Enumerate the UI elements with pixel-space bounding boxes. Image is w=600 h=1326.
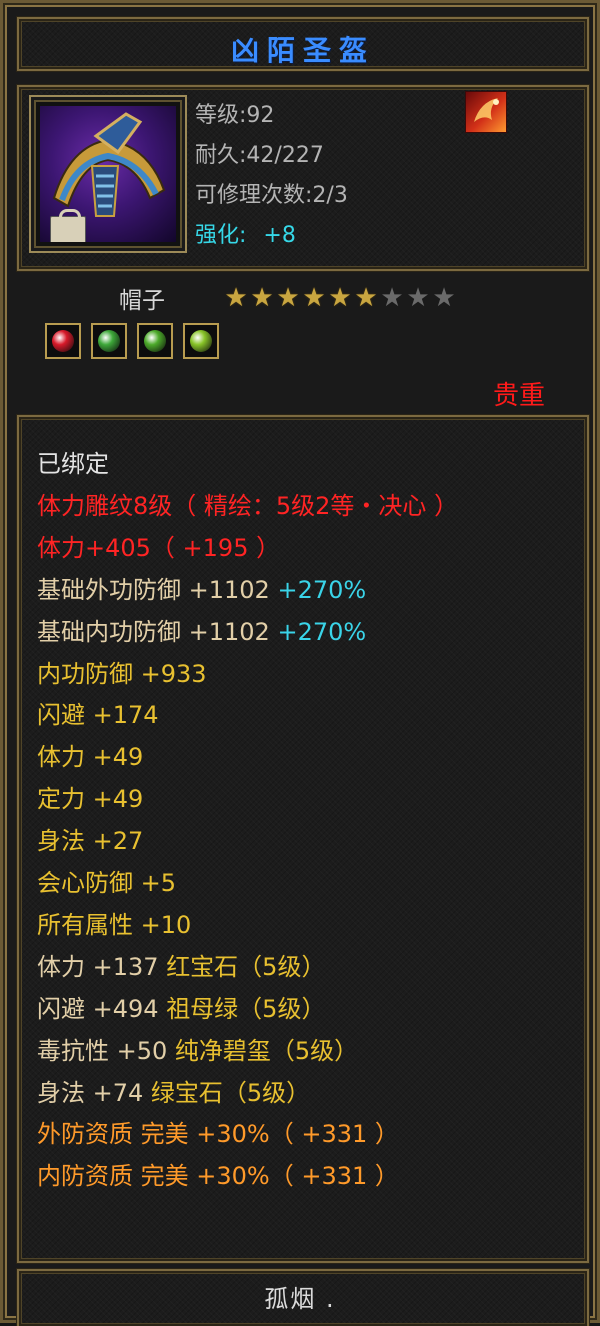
attribute-line: 闪避 +494 祖母绿（5级） <box>37 994 325 1024</box>
item-repair-count: 可修理次数:2/3 <box>195 183 348 208</box>
attribute-text: 定力 +49 <box>37 785 144 813</box>
star-filled-icon: ★ <box>224 283 248 313</box>
attribute-text: 会心防御 +5 <box>37 869 177 897</box>
item-tooltip: 凶陌圣盔 等级:92 耐久:42/227 可修理次数:2/3 强化: +8 帽子… <box>0 0 600 1326</box>
attribute-text: +270% <box>277 618 367 646</box>
attribute-line: 闪避 +174 <box>37 700 159 730</box>
attribute-text: 所有属性 +10 <box>37 911 192 939</box>
attribute-text: 基础内功防御 +1102 <box>37 618 278 646</box>
attribute-line: 体力 +49 <box>37 742 143 772</box>
attribute-line: 内防资质 完美 +30%（ +331 ） <box>37 1161 399 1191</box>
enhance-label: 强化: <box>195 223 247 248</box>
green-jade-gem-icon <box>190 330 212 352</box>
item-name: 凶陌圣盔 <box>230 34 375 67</box>
attribute-text: 基础外功防御 +1102 <box>37 576 278 604</box>
item-durability: 耐久:42/227 <box>195 143 324 168</box>
attribute-text: 体力雕纹8级（ 精绘：5级2等・决心 ） <box>37 492 459 520</box>
star-filled-icon: ★ <box>250 283 274 313</box>
attribute-line: 体力+405（ +195 ） <box>37 533 280 563</box>
attribute-line: 会心防御 +5 <box>37 868 176 898</box>
attribute-line: 所有属性 +10 <box>37 910 191 940</box>
ruby-gem-icon <box>52 330 74 352</box>
helmet-icon <box>40 106 176 242</box>
bound-lock-icon <box>50 209 86 242</box>
item-level: 等级:92 <box>195 103 275 128</box>
attribute-line: 已绑定 <box>37 449 109 479</box>
attribute-text: 已绑定 <box>37 450 109 478</box>
gem-slot-2 <box>91 323 127 359</box>
attribute-text: 体力+405（ +195 ） <box>37 534 281 562</box>
attribute-text: 闪避 +174 <box>37 701 159 729</box>
star-empty-icon: ★ <box>406 283 430 313</box>
title-panel: 凶陌圣盔 <box>17 17 589 71</box>
attribute-text: 身法 +74 <box>37 1079 151 1107</box>
attribute-line: 定力 +49 <box>37 784 143 814</box>
attribute-text: +270% <box>277 576 367 604</box>
attribute-line: 基础内功防御 +1102 +270% <box>37 617 366 647</box>
attribute-text: 内防资质 完美 +30%（ +331 ） <box>37 1162 399 1190</box>
attribute-text: 祖母绿（5级） <box>166 995 326 1023</box>
enhance-value: +8 <box>263 223 296 248</box>
owner-name: 孤烟 . <box>264 1285 336 1313</box>
attribute-text: 体力 +137 <box>37 953 167 981</box>
attribute-line: 体力雕纹8级（ 精绘：5级2等・决心 ） <box>37 491 458 521</box>
emerald-gem-icon <box>98 330 120 352</box>
attribute-line: 毒抗性 +50 纯净碧玺（5级） <box>37 1036 358 1066</box>
item-enhance: 强化: +8 <box>195 217 296 249</box>
attribute-text: 体力 +49 <box>37 743 144 771</box>
item-rarity: 贵重 <box>493 381 546 411</box>
gem-slot-1 <box>45 323 81 359</box>
attribute-text: 内功防御 +933 <box>37 660 207 688</box>
attribute-text: 红宝石（5级） <box>166 953 326 981</box>
jade-gem-icon <box>144 330 166 352</box>
attribute-text: 外防资质 完美 +30%（ +331 ） <box>37 1120 399 1148</box>
attribute-text: 闪避 +494 <box>37 995 167 1023</box>
star-rating: ★ ★ ★ ★ ★ ★ ★ ★ ★ <box>223 285 457 311</box>
item-type: 帽子 <box>119 288 165 314</box>
gem-slot-4 <box>183 323 219 359</box>
attribute-line: 体力 +137 红宝石（5级） <box>37 952 325 982</box>
gem-slot-3 <box>137 323 173 359</box>
star-filled-icon: ★ <box>276 283 300 313</box>
attribute-text: 纯净碧玺（5级） <box>174 1037 359 1065</box>
star-empty-icon: ★ <box>380 283 404 313</box>
item-icon-frame <box>29 95 187 253</box>
attribute-line: 身法 +74 绿宝石（5级） <box>37 1078 310 1108</box>
attribute-line: 内功防御 +933 <box>37 659 207 689</box>
star-filled-icon: ★ <box>302 283 326 313</box>
phoenix-emblem-icon <box>465 91 507 133</box>
attribute-line: 基础外功防御 +1102 +270% <box>37 575 366 605</box>
attribute-text: 毒抗性 +50 <box>37 1037 175 1065</box>
star-filled-icon: ★ <box>328 283 352 313</box>
attribute-text: 绿宝石（5级） <box>150 1079 311 1107</box>
star-empty-icon: ★ <box>432 283 456 313</box>
attribute-line: 身法 +27 <box>37 826 143 856</box>
attribute-line: 外防资质 完美 +30%（ +331 ） <box>37 1119 399 1149</box>
star-filled-icon: ★ <box>354 283 378 313</box>
attribute-text: 身法 +27 <box>37 827 144 855</box>
